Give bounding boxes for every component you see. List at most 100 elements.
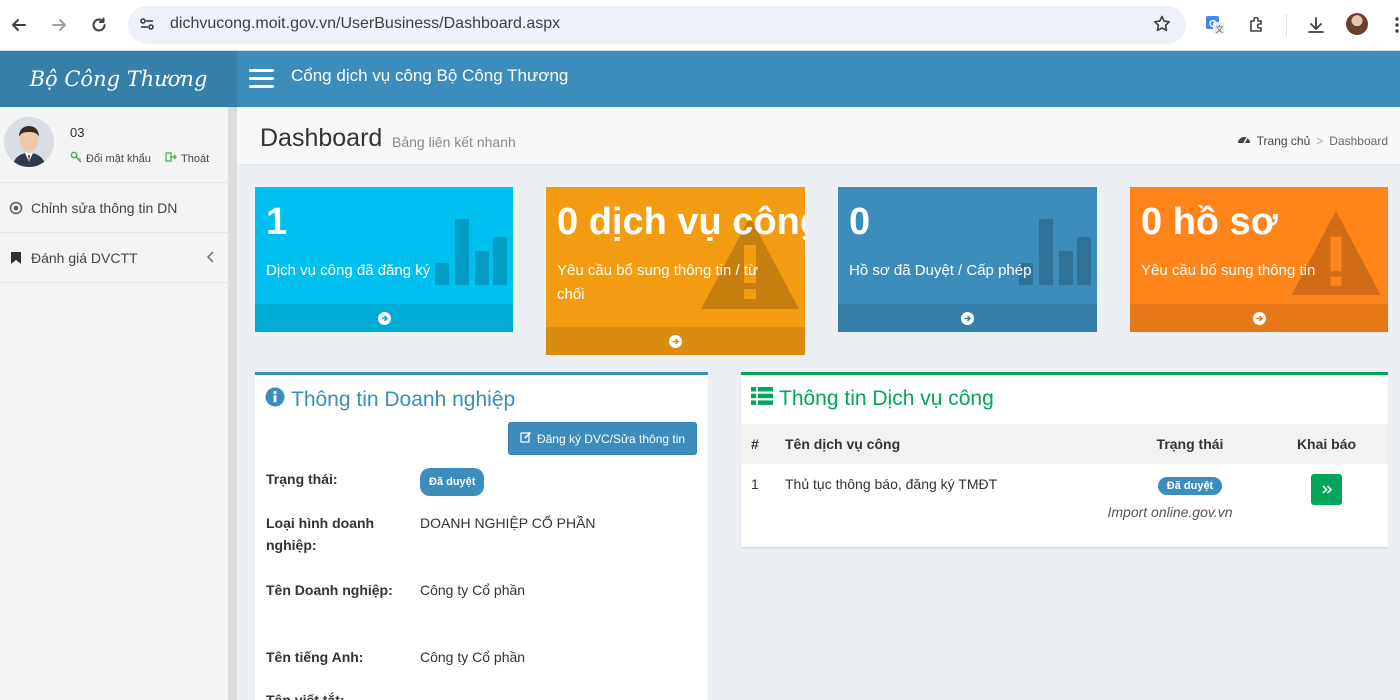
content-header: Dashboard Bảng liên kết nhanh Trang chủ … <box>237 107 1400 165</box>
table-header-row: # Tên dịch vụ công Trạng thái Khai báo <box>741 424 1388 464</box>
double-chevron-right-icon <box>1321 482 1332 497</box>
business-info-panel: Thông tin Doanh nghiệp Đăng ký DVC/Sửa t… <box>255 372 708 700</box>
stat-label: Dịch vụ công đã đăng ký <box>266 262 431 279</box>
panel-title: Thông tin Doanh nghiệp <box>265 387 515 413</box>
service-table: # Tên dịch vụ công Trạng thái Khai báo 1… <box>741 424 1388 520</box>
sidebar-item-label: Chỉnh sửa thông tin DN <box>31 199 178 216</box>
stat-box-approved: 0 Hồ sơ đã Duyệt / Cấp phép <box>838 187 1097 332</box>
logo-text: Bộ Công Thương <box>29 67 208 91</box>
col-service-name: Tên dịch vụ công <box>785 436 901 452</box>
stat-box-records-supplement: 0 hồ sơ Yêu cầu bổ sung thông tin <box>1130 187 1388 332</box>
stat-box-registered: 1 Dịch vụ công đã đăng ký <box>255 187 513 332</box>
field-value: DOANH NGHIỆP CỔ PHẦN <box>420 515 596 531</box>
logout-link[interactable]: Thoát <box>165 151 209 166</box>
stat-label: Yêu cầu bổ sung thông tin / từ chối <box>557 262 759 303</box>
arrow-circle-right-icon <box>961 311 974 325</box>
stat-value: 0 <box>849 201 871 243</box>
stat-value: 1 <box>266 201 288 243</box>
bookmark-star-icon[interactable] <box>1152 14 1172 39</box>
google-translate-icon[interactable]: G文 <box>1202 12 1228 38</box>
avatar <box>4 117 54 167</box>
chevron-left-icon <box>206 250 215 266</box>
stat-more-link[interactable] <box>1130 304 1388 332</box>
service-info-title: Thông tin Dịch vụ công <box>779 387 994 410</box>
breadcrumb-current: Dashboard <box>1329 133 1388 148</box>
register-service-button[interactable]: Đăng ký DVC/Sửa thông tin <box>508 422 697 455</box>
field-label: Loại hình doanh nghiệp: <box>266 515 375 553</box>
sidebar: 03 Đổi mật khẩu Thoát Chỉnh sửa thông ti… <box>0 107 229 700</box>
col-declare: Khai báo <box>1296 436 1357 452</box>
row-status-cell: Đã duyệt Import online.gov.vn <box>1107 464 1265 520</box>
stat-more-link[interactable] <box>546 327 805 355</box>
sidebar-item-edit-business[interactable]: Chỉnh sửa thông tin DN <box>0 183 229 233</box>
list-icon <box>751 387 773 411</box>
stat-value: 0 hồ sơ <box>1141 201 1278 243</box>
forward-icon[interactable] <box>46 12 72 38</box>
page-title: Dashboard <box>260 124 383 152</box>
import-note: Import online.gov.vn <box>1107 504 1233 520</box>
field-label: Trạng thái: <box>266 471 338 487</box>
reload-icon[interactable] <box>86 12 112 38</box>
breadcrumb-separator: > <box>1316 133 1324 148</box>
field-label: Tên tiếng Anh: <box>266 649 364 665</box>
status-badge: Đã duyệt <box>420 468 485 496</box>
sidebar-scrollbar[interactable] <box>229 107 237 700</box>
url-text[interactable]: dichvucong.moit.gov.vn/UserBusiness/Dash… <box>170 15 560 33</box>
page-subtitle: Bảng liên kết nhanh <box>392 134 516 150</box>
stat-value: 0 dịch vụ công <box>557 201 805 243</box>
site-settings-icon[interactable] <box>138 15 156 38</box>
download-icon[interactable] <box>1303 12 1329 38</box>
sidebar-item-label: Đánh giá DVCTT <box>31 249 138 266</box>
stat-more-link[interactable] <box>255 304 513 332</box>
toolbar-divider <box>1286 14 1287 36</box>
field-label: Tên viết tắt: <box>266 692 345 700</box>
arrow-circle-right-icon <box>377 311 391 325</box>
arrow-circle-right-icon <box>1252 311 1266 325</box>
field-value: Công ty Cổ phần <box>420 582 526 598</box>
dot-circle-icon <box>9 201 23 215</box>
logout-icon <box>165 151 177 166</box>
breadcrumb: Trang chủ > Dashboard <box>1237 133 1388 148</box>
stat-label: Hồ sơ đã Duyệt / Cấp phép <box>849 262 1032 279</box>
stat-label: Yêu cầu bổ sung thông tin <box>1141 262 1316 279</box>
register-service-label: Đăng ký DVC/Sửa thông tin <box>536 431 686 446</box>
row-action-cell <box>1265 464 1388 520</box>
field-label: Tên Doanh nghiệp: <box>266 582 393 598</box>
change-password-link[interactable]: Đổi mật khẩu <box>70 151 151 166</box>
breadcrumb-home[interactable]: Trang chủ <box>1257 134 1311 148</box>
col-status: Trạng thái <box>1156 436 1224 452</box>
info-circle-icon <box>265 387 285 413</box>
edit-icon <box>520 431 532 446</box>
declare-button[interactable] <box>1311 474 1342 505</box>
portal-title: Cổng dịch vụ công Bộ Công Thương <box>291 66 569 85</box>
sidebar-toggle-icon[interactable] <box>249 69 274 89</box>
back-icon[interactable] <box>6 12 32 38</box>
row-service-name: Thủ tục thông báo, đăng ký TMĐT <box>785 476 998 492</box>
service-info-panel: Thông tin Dịch vụ công # Tên dịch vụ côn… <box>741 372 1388 547</box>
stat-more-link[interactable] <box>838 304 1097 332</box>
panel-title: Thông tin Dịch vụ công <box>751 387 994 411</box>
app-header: Cổng dịch vụ công Bộ Công Thương <box>237 51 1400 107</box>
field-value: Đã duyệt <box>420 468 485 496</box>
status-badge: Đã duyệt <box>1157 477 1223 495</box>
more-menu-icon[interactable] <box>1384 12 1400 38</box>
stat-box-services-supplement: 0 dịch vụ công Yêu cầu bổ sung thông tin… <box>546 187 805 355</box>
bookmark-icon <box>9 251 23 265</box>
address-bar[interactable]: dichvucong.moit.gov.vn/UserBusiness/Dash… <box>128 6 1186 44</box>
key-icon <box>70 151 82 166</box>
row-number: 1 <box>751 476 759 492</box>
dashboard-icon <box>1237 133 1251 148</box>
app-logo[interactable]: Bộ Công Thương <box>0 51 237 107</box>
sidebar-item-evaluate[interactable]: Đánh giá DVCTT <box>0 233 229 283</box>
user-name: 03 <box>70 125 85 140</box>
business-info-title: Thông tin Doanh nghiệp <box>291 388 516 411</box>
extensions-icon[interactable] <box>1244 12 1270 38</box>
arrow-circle-right-icon <box>669 334 682 348</box>
table-row: 1 Thủ tục thông báo, đăng ký TMĐT Đã duy… <box>741 464 1388 520</box>
browser-toolbar: dichvucong.moit.gov.vn/UserBusiness/Dash… <box>0 0 1400 51</box>
field-value: Công ty Cổ phần <box>420 649 526 665</box>
logout-label: Thoát <box>181 152 210 165</box>
profile-avatar[interactable] <box>1346 13 1368 35</box>
change-password-label: Đổi mật khẩu <box>86 152 151 165</box>
col-number: # <box>751 436 759 452</box>
